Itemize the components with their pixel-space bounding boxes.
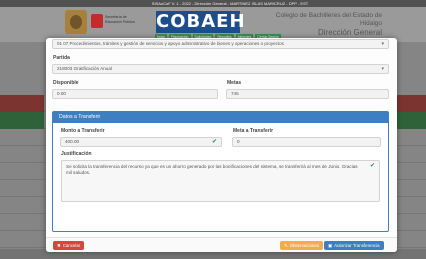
- metas-value: 745: [231, 91, 239, 96]
- institution-line-1: Colegio de Bachilleres del Estado de Hid…: [275, 12, 382, 27]
- autorizar-button-label: Autorizar Transferencia: [334, 243, 380, 248]
- disponible-value: 0.00: [57, 91, 66, 96]
- partida-value: 218003 Gratificación Anual: [57, 66, 112, 71]
- sep-logo-text: Secretaría de Educación Pública: [105, 15, 135, 24]
- app-header: Secretaría de Educación Pública COBAEH C…: [55, 8, 390, 41]
- autorizar-transferencia-button[interactable]: ▣ Autorizar Transferencia: [324, 241, 384, 250]
- meta-transferir-value: 0: [237, 139, 240, 144]
- cancel-button[interactable]: ✖ Cancelar: [53, 241, 85, 250]
- disponible-label: Disponible: [53, 80, 79, 86]
- transfer-data-panel: Datos a Transferir Monto a Transferir 40…: [52, 111, 389, 232]
- state-seal-logo: [65, 10, 87, 34]
- brand-logo: COBAEH: [156, 11, 246, 33]
- observaciones-button-label: Observaciones: [289, 243, 319, 248]
- close-icon: ✖: [57, 243, 61, 248]
- monto-value: 400.00: [65, 139, 80, 144]
- partida-select[interactable]: 218003 Gratificación Anual ▾: [52, 64, 389, 74]
- sep-logo-mark: [91, 14, 103, 28]
- justificacion-textarea[interactable]: Se solicita la transferencia del recurso…: [61, 160, 380, 202]
- monto-label: Monto a Transferir: [61, 128, 105, 134]
- metas-field: 745: [226, 89, 389, 99]
- save-icon: ▣: [328, 243, 333, 248]
- comment-icon: ✎: [284, 243, 288, 248]
- chevron-down-icon: ▾: [381, 66, 384, 72]
- justificacion-label: Justificación: [61, 151, 92, 157]
- check-icon: ✔: [369, 163, 375, 169]
- chevron-down-icon: ▾: [381, 41, 384, 47]
- transfer-modal: 01 07 Procedimientos, trámites y gestión…: [46, 38, 397, 252]
- metas-label: Metas: [227, 80, 242, 86]
- panel-title: Datos a Transferir: [53, 112, 388, 123]
- program-select-value: 01 07 Procedimientos, trámites y gestión…: [57, 41, 284, 46]
- disponible-field: 0.00: [52, 89, 218, 99]
- sep-logo: Secretaría de Educación Pública: [91, 12, 141, 32]
- meta-transferir-label: Meta a Transferir: [233, 128, 274, 134]
- modal-footer: ✖ Cancelar ✎ Observaciones ▣ Autorizar Tran…: [46, 237, 397, 252]
- justificacion-value: Se solicita la transferencia del recurso…: [66, 164, 358, 175]
- observaciones-button[interactable]: ✎ Observaciones: [280, 241, 323, 250]
- partida-label: Partida: [53, 55, 70, 61]
- program-select[interactable]: 01 07 Procedimientos, trámites y gestión…: [52, 39, 389, 49]
- meta-transferir-input[interactable]: 0: [232, 137, 381, 147]
- cancel-button-label: Cancelar: [62, 243, 81, 248]
- window-title: SISAuCoF V. 1 - 2022 - Dirección General…: [151, 1, 309, 6]
- monto-input[interactable]: 400.00 ✔: [60, 137, 222, 147]
- check-icon: ✔: [211, 139, 217, 145]
